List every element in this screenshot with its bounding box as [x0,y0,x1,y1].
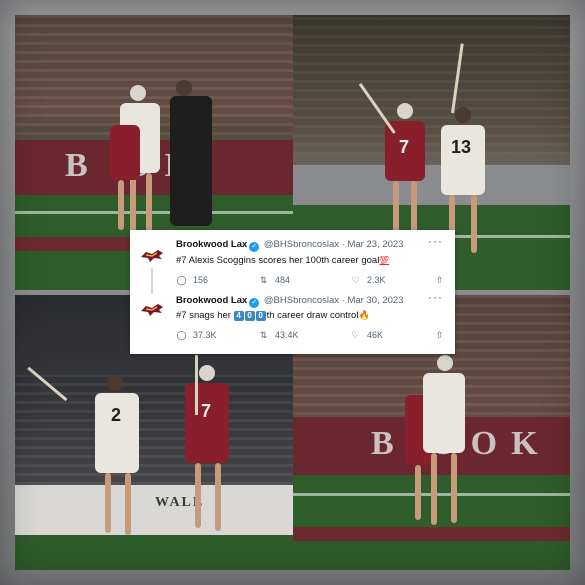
reply-icon: ◯ [176,330,187,340]
author-name[interactable]: Brookwood Lax [176,239,247,250]
retweet-button[interactable]: ⇅ 484 [258,275,290,286]
heart-icon: ♡ [351,330,360,340]
author-handle[interactable]: @BHSbroncoslax [264,295,339,306]
retweet-icon: ⇅ [259,330,268,340]
hundred-points-icon: 💯 [379,256,390,265]
more-options-icon[interactable]: ··· [428,234,443,248]
like-count: 46K [367,330,384,340]
tweet-date[interactable]: Mar 30, 2023 [347,295,403,306]
thread-connector [151,268,153,294]
share-icon: ⇧ [435,275,444,285]
tweet-actions: ◯ 156 ⇅ 484 ♡ 2.3K ⇧ [176,275,444,287]
separator-dot: · [341,239,345,250]
keycap-digit: 0 [255,311,266,321]
sponsor-banners [15,485,293,535]
tweet-text-suffix: th career draw control [266,310,359,321]
tweet-text-content: #7 Alexis Scoggins scores her 100th care… [176,255,380,266]
like-button[interactable]: ♡ 46K [350,330,383,341]
heart-icon: ♡ [351,275,360,285]
reply-count: 37.3K [193,330,217,340]
field [15,535,293,570]
tweet-text: #7 Alexis Scoggins scores her 100th care… [176,255,389,266]
retweet-count: 43.4K [275,330,299,340]
reply-button[interactable]: ◯ 156 [176,275,208,286]
verified-badge-icon: ✓ [249,298,260,308]
collage-frame: B OK 7 13 WALL 2 7 B OOK Brookwood Lax ✓… [0,0,585,585]
trees-background [293,15,570,155]
keycap-digit: 4 [233,311,244,321]
tweet-card: Brookwood Lax ✓ @BHSbroncoslax · Mar 23, … [130,230,455,354]
retweet-count: 484 [275,275,291,285]
more-options-icon[interactable]: ··· [428,290,443,304]
field-line [15,211,293,214]
field-stripe [293,527,570,541]
tweet-date[interactable]: Mar 23, 2023 [347,239,403,250]
share-icon: ⇧ [435,330,444,340]
tweet-actions: ◯ 37.3K ⇅ 43.4K ♡ 46K ⇧ [176,330,444,342]
author-name[interactable]: Brookwood Lax [176,295,247,306]
reply-count: 156 [193,275,209,285]
author-handle[interactable]: @BHSbroncoslax [264,239,339,250]
verified-badge-icon: ✓ [249,242,260,252]
share-button[interactable]: ⇧ [434,275,451,286]
share-button[interactable]: ⇧ [434,330,451,341]
separator-dot: · [341,295,345,306]
tweet-header: Brookwood Lax ✓ @BHSbroncoslax · Mar 30, … [176,295,403,308]
tweet[interactable]: Brookwood Lax ✓ @BHSbroncoslax · Mar 30, … [130,290,455,354]
retweet-button[interactable]: ⇅ 43.4K [258,330,299,341]
lacrosse-stick [195,355,198,415]
like-button[interactable]: ♡ 2.3K [350,275,386,286]
retweet-icon: ⇅ [259,275,268,285]
tweet[interactable]: Brookwood Lax ✓ @BHSbroncoslax · Mar 23, … [130,230,455,294]
tweet-text: #7 snags her 4 0 0th career draw control🔥 [176,310,370,321]
tweet-text-prefix: #7 snags her [176,310,234,321]
fire-icon: 🔥 [358,310,370,320]
reply-icon: ◯ [176,275,187,285]
tweet-header: Brookwood Lax ✓ @BHSbroncoslax · Mar 23, … [176,239,403,252]
keycap-digit: 0 [244,311,255,321]
reply-button[interactable]: ◯ 37.3K [176,330,217,341]
bronco-logo-icon[interactable] [140,302,164,318]
bronco-logo-icon[interactable] [140,248,164,264]
like-count: 2.3K [367,275,386,285]
bleachers [293,165,570,205]
